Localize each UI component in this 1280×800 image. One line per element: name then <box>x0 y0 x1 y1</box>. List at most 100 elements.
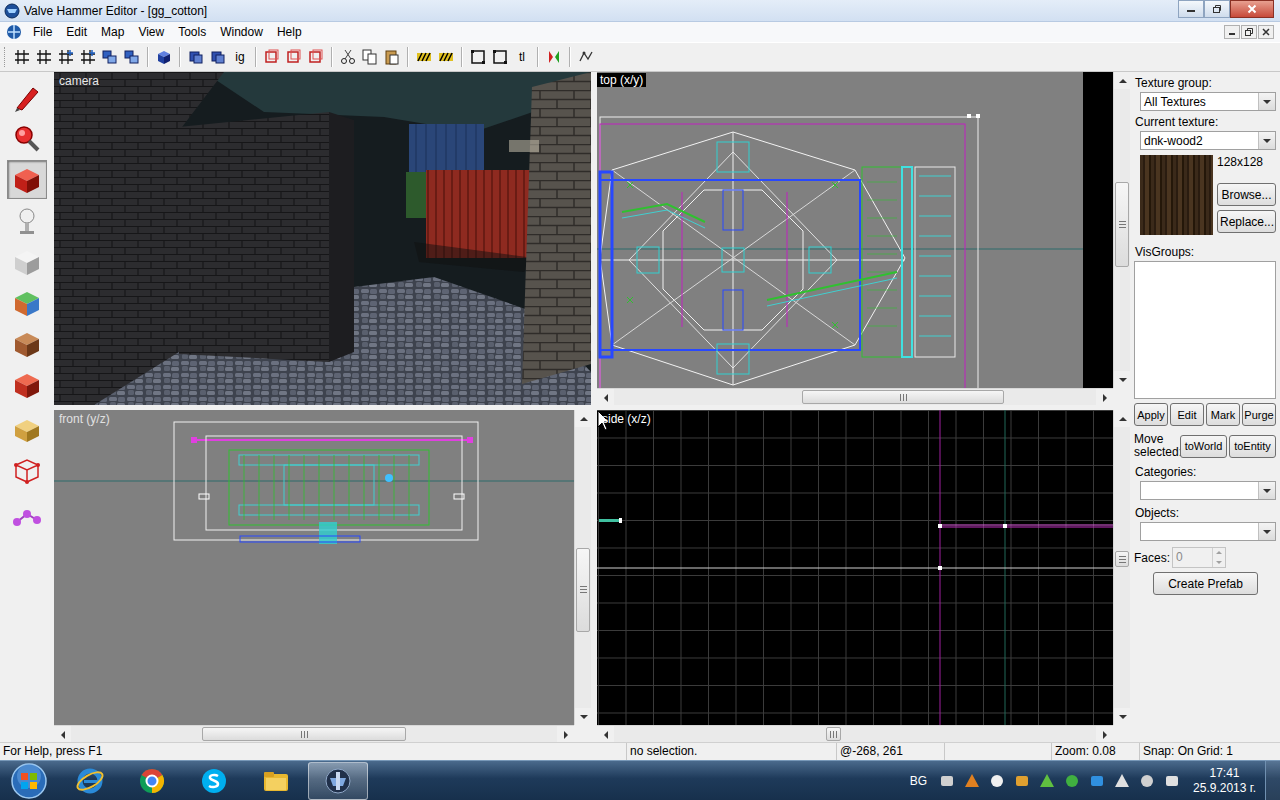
toolbar-button[interactable] <box>543 46 565 68</box>
scroll-down-button[interactable] <box>1114 371 1130 388</box>
clock[interactable]: 17:41 25.9.2013 г. <box>1193 766 1256 796</box>
camera-viewport[interactable]: camera <box>54 72 591 405</box>
scroll-right-button[interactable] <box>1096 389 1113 405</box>
start-button[interactable] <box>2 761 56 800</box>
top-vertical-scrollbar[interactable] <box>1113 72 1130 388</box>
move-button[interactable]: toWorld <box>1180 435 1227 458</box>
menu-item[interactable]: Map <box>94 23 131 41</box>
categories-dropdown[interactable] <box>1140 481 1276 500</box>
replace-button[interactable]: Replace... <box>1217 210 1276 233</box>
toolbar-button[interactable] <box>261 46 283 68</box>
menu-item[interactable]: View <box>131 23 171 41</box>
tool-button[interactable] <box>7 451 47 490</box>
top-viewport[interactable]: top (x/y) <box>597 72 1130 405</box>
visgroup-button[interactable]: Purge <box>1242 403 1276 426</box>
title-bar[interactable]: Valve Hammer Editor - [gg_cotton] <box>0 0 1280 22</box>
document-close-button[interactable] <box>1258 25 1274 39</box>
create-prefab-button[interactable]: Create Prefab <box>1153 572 1258 595</box>
tool-button[interactable] <box>7 410 47 449</box>
toolbar-button[interactable] <box>413 46 435 68</box>
tool-button[interactable] <box>7 160 47 199</box>
minimize-button[interactable] <box>1178 0 1204 18</box>
show-desktop-button[interactable] <box>1265 761 1280 800</box>
scroll-track[interactable] <box>614 726 1096 742</box>
tool-button[interactable] <box>7 324 47 363</box>
scroll-track[interactable] <box>614 389 1096 405</box>
scroll-track[interactable] <box>71 726 557 742</box>
front-viewport[interactable]: front (y/z) <box>54 410 591 742</box>
menu-item[interactable]: Edit <box>59 23 94 41</box>
tray-1-icon[interactable] <box>964 773 980 789</box>
toolbar-button[interactable] <box>33 46 55 68</box>
toolbar-button[interactable] <box>359 46 381 68</box>
scroll-down-button[interactable] <box>575 708 591 725</box>
tray-8-icon[interactable] <box>1139 773 1155 789</box>
visgroup-button[interactable]: Mark <box>1206 403 1240 426</box>
close-button[interactable] <box>1230 0 1274 18</box>
toolbar-button[interactable] <box>77 46 99 68</box>
scroll-thumb[interactable] <box>802 390 1004 404</box>
tray-7-icon[interactable] <box>1114 773 1130 789</box>
faces-spinbox[interactable]: 0 <box>1172 547 1226 568</box>
side-horizontal-scrollbar[interactable] <box>597 725 1113 742</box>
top-horizontal-scrollbar[interactable] <box>597 388 1113 405</box>
front-vertical-scrollbar[interactable] <box>574 410 591 725</box>
tray-5-icon[interactable] <box>1064 773 1080 789</box>
scroll-up-button[interactable] <box>1114 410 1130 427</box>
scroll-thumb[interactable] <box>1115 182 1129 267</box>
camera-render[interactable] <box>54 72 591 405</box>
scroll-thumb[interactable] <box>202 727 406 741</box>
toolbar-button[interactable] <box>489 46 511 68</box>
toolbar-button[interactable] <box>337 46 359 68</box>
toolbar-button[interactable] <box>185 46 207 68</box>
taskbar-app-button[interactable] <box>122 762 182 800</box>
scroll-thumb[interactable] <box>576 548 590 632</box>
tool-button[interactable] <box>7 119 47 158</box>
document-restore-button[interactable] <box>1241 25 1257 39</box>
tool-button[interactable] <box>7 201 47 240</box>
toolbar-button[interactable] <box>381 46 403 68</box>
taskbar-app-button[interactable] <box>246 762 306 800</box>
tray-9-icon[interactable] <box>1164 773 1180 789</box>
toolbar-button[interactable] <box>55 46 77 68</box>
menu-item[interactable]: Window <box>213 23 270 41</box>
visgroup-button[interactable]: Edit <box>1170 403 1204 426</box>
toolbar-button[interactable] <box>153 46 175 68</box>
top-view-canvas[interactable]: top (x/y) <box>597 72 1113 388</box>
menu-item[interactable]: Tools <box>171 23 213 41</box>
menu-item[interactable]: File <box>26 23 59 41</box>
scroll-thumb[interactable] <box>1115 551 1129 568</box>
tool-button[interactable] <box>7 242 47 281</box>
scroll-right-button[interactable] <box>1096 726 1113 742</box>
scroll-right-button[interactable] <box>557 726 574 742</box>
tray-4-icon[interactable] <box>1039 773 1055 789</box>
scroll-left-button[interactable] <box>54 726 71 742</box>
browse-button[interactable]: Browse... <box>1217 183 1276 206</box>
tool-button[interactable] <box>7 283 47 322</box>
scroll-left-button[interactable] <box>597 389 614 405</box>
side-view-canvas[interactable]: side (x/z) <box>597 410 1113 725</box>
tray-3-icon[interactable] <box>1014 773 1030 789</box>
scroll-track[interactable] <box>575 427 591 708</box>
toolbar-button[interactable] <box>283 46 305 68</box>
scroll-up-button[interactable] <box>575 410 591 427</box>
toolbar-button[interactable]: tl <box>511 46 533 68</box>
restore-button[interactable] <box>1204 0 1230 18</box>
visgroups-list[interactable] <box>1134 261 1276 399</box>
tool-button[interactable] <box>7 78 47 117</box>
scroll-up-button[interactable] <box>1114 72 1130 89</box>
scroll-left-button[interactable] <box>597 726 614 742</box>
taskbar-app-button[interactable] <box>60 762 120 800</box>
tray-0-icon[interactable] <box>939 773 955 789</box>
side-viewport[interactable]: side (x/z) <box>597 410 1130 742</box>
current-texture-dropdown[interactable]: dnk-wood2 <box>1140 131 1276 150</box>
visgroup-button[interactable]: Apply <box>1134 403 1168 426</box>
toolbar-button[interactable] <box>305 46 327 68</box>
document-icon[interactable] <box>6 24 22 40</box>
texture-group-dropdown[interactable]: All Textures <box>1140 92 1276 111</box>
toolbar-button[interactable] <box>99 46 121 68</box>
taskbar-app-button[interactable] <box>308 762 368 800</box>
toolbar-button[interactable] <box>207 46 229 68</box>
tool-button[interactable] <box>7 365 47 404</box>
taskbar-app-button[interactable] <box>184 762 244 800</box>
